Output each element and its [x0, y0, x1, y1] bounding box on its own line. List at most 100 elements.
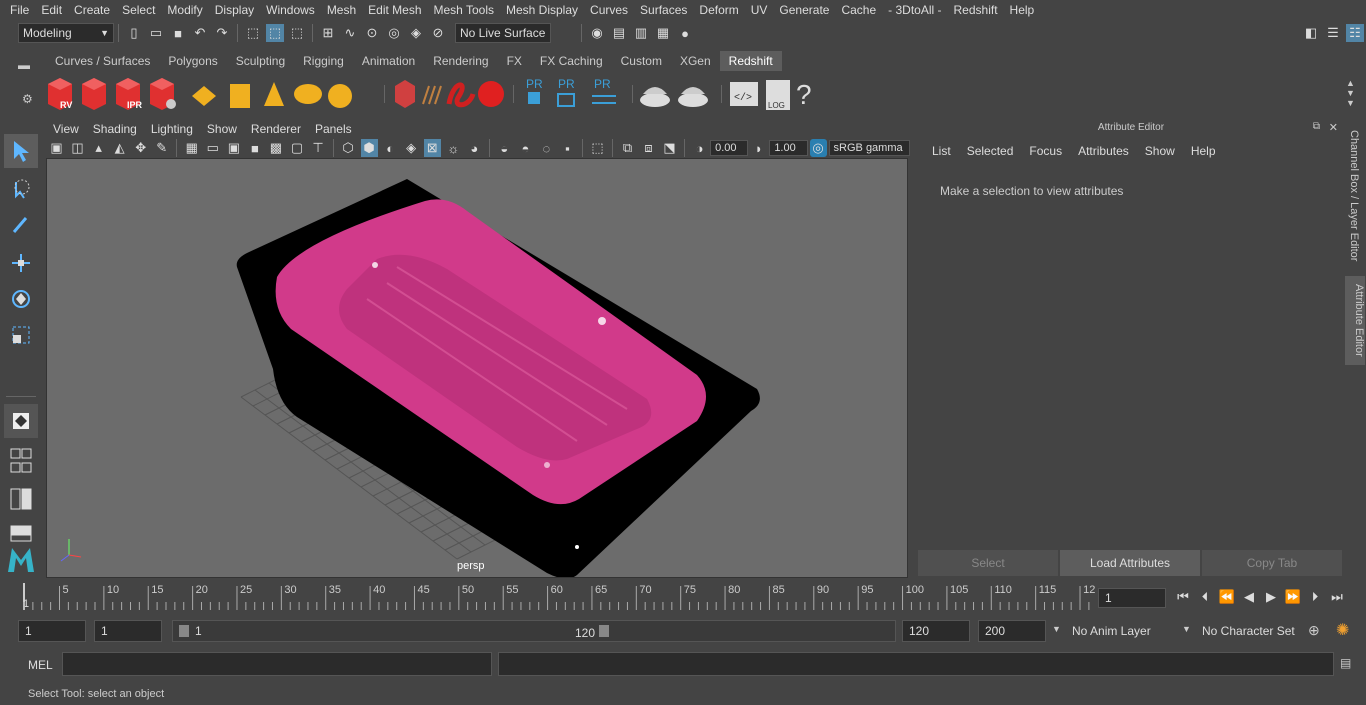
range-bar[interactable]: 1 120: [172, 620, 896, 642]
chevron-down-icon[interactable]: ▼: [1052, 624, 1061, 634]
snap-live-icon[interactable]: ⊘: [429, 24, 447, 42]
textured-icon[interactable]: ◈: [403, 139, 420, 157]
backface-icon[interactable]: ⬔: [661, 139, 678, 157]
snap-grid-icon[interactable]: ⊞: [319, 24, 337, 42]
grid-icon[interactable]: ▦: [183, 139, 200, 157]
bookmark-icon[interactable]: ▴: [90, 139, 107, 157]
smooth-shade-icon[interactable]: ⬢: [360, 139, 378, 157]
live-surface-field[interactable]: No Live Surface: [455, 23, 551, 43]
script-editor-icon[interactable]: ▤: [1340, 656, 1351, 670]
redshift-render-icons[interactable]: RV IPR: [40, 74, 380, 114]
pr-icons[interactable]: PR PR PR: [518, 74, 628, 114]
safe-action-icon[interactable]: ▢: [288, 139, 305, 157]
menu-item[interactable]: Generate: [773, 3, 835, 17]
exposure-icon[interactable]: ◑: [691, 139, 708, 157]
snap-curve-icon[interactable]: ∿: [341, 24, 359, 42]
character-set-selector[interactable]: No Character Set: [1196, 620, 1298, 642]
new-scene-icon[interactable]: ▯: [125, 24, 143, 42]
xray-joints-icon[interactable]: ⧉: [619, 139, 636, 157]
grease-pencil-icon[interactable]: ✎: [153, 139, 170, 157]
lasso-tool-icon[interactable]: [4, 172, 38, 206]
shelf-tab[interactable]: Animation: [353, 51, 424, 71]
shelf-tab[interactable]: Curves / Surfaces: [46, 51, 159, 71]
play-back-icon[interactable]: ◀: [1240, 588, 1258, 606]
auto-key-icon[interactable]: ⊕: [1308, 622, 1320, 639]
safe-title-icon[interactable]: ⊤: [310, 139, 327, 157]
anti-alias-icon[interactable]: ◌: [538, 139, 555, 157]
menu-item[interactable]: - 3DtoAll -: [882, 3, 947, 17]
camera-attr-icon[interactable]: ◫: [69, 139, 86, 157]
shelf-tab[interactable]: FX: [498, 51, 531, 71]
attribute-editor-toggle-icon[interactable]: ☷: [1346, 24, 1364, 42]
isolate-select-icon[interactable]: ⬚: [589, 139, 606, 157]
shelf-tab[interactable]: Rendering: [424, 51, 497, 71]
image-plane-icon[interactable]: ◭: [111, 139, 128, 157]
shelf-tab[interactable]: Rigging: [294, 51, 353, 71]
shelf-tab[interactable]: Redshift: [719, 51, 782, 71]
exposure-field[interactable]: 0.00: [710, 140, 749, 156]
time-slider[interactable]: 1 5 10 15 20 25 30 35 40 45 50 55 60 65 70 75 80 85 90 95 1…: [0, 580, 1366, 614]
menu-item[interactable]: UV: [745, 3, 774, 17]
render-frame-icon[interactable]: ▤: [610, 24, 628, 42]
camera-icon[interactable]: ▣: [48, 139, 65, 157]
shelf-tab[interactable]: XGen: [671, 51, 720, 71]
render-settings-icon[interactable]: ▦: [654, 24, 672, 42]
use-lights-icon[interactable]: ☼: [445, 139, 462, 157]
menu-item[interactable]: File: [4, 3, 35, 17]
select-button[interactable]: Select: [918, 550, 1058, 576]
menu-item[interactable]: Display: [209, 3, 260, 17]
attribute-editor-menu-item[interactable]: Show: [1137, 144, 1183, 158]
step-back-icon[interactable]: ⏴: [1196, 588, 1214, 606]
copy-tab-button[interactable]: Copy Tab: [1202, 550, 1342, 576]
script-language-label[interactable]: MEL: [28, 658, 53, 672]
go-to-end-icon[interactable]: ⏭: [1328, 588, 1346, 606]
range-start-handle[interactable]: [179, 625, 189, 637]
two-d-pan-icon[interactable]: ✥: [132, 139, 149, 157]
menu-item[interactable]: Surfaces: [634, 3, 693, 17]
float-panel-icon[interactable]: ⧉: [1313, 121, 1320, 132]
gamma-icon[interactable]: ◗: [750, 139, 767, 157]
workspace-icon[interactable]: ◧: [1302, 24, 1320, 42]
color-space-field[interactable]: sRGB gamma: [828, 140, 911, 156]
select-tool-icon[interactable]: [4, 134, 38, 168]
select-component-icon[interactable]: ⬚: [288, 24, 306, 42]
playback-start-field[interactable]: 1: [94, 620, 162, 642]
hypershade-icon[interactable]: ●: [676, 24, 694, 42]
layout-quad-icon[interactable]: [4, 444, 38, 478]
viewport-menu-item[interactable]: Shading: [86, 122, 144, 136]
snap-surface-icon[interactable]: ◈: [407, 24, 425, 42]
end-time-field[interactable]: 200: [978, 620, 1046, 642]
viewport-menu-item[interactable]: Panels: [308, 122, 359, 136]
anim-layer-selector[interactable]: No Anim Layer: [1066, 620, 1176, 642]
menu-item[interactable]: Edit: [35, 3, 68, 17]
gate-mask-icon[interactable]: ■: [246, 139, 263, 157]
render-view-icon[interactable]: ◉: [588, 24, 606, 42]
xray-active-icon[interactable]: ⧈: [640, 139, 657, 157]
shelf-tab[interactable]: Sculpting: [227, 51, 294, 71]
menu-item[interactable]: Mesh: [321, 3, 362, 17]
step-back-key-icon[interactable]: ⏪: [1218, 588, 1236, 606]
time-ruler[interactable]: 1 5 10 15 20 25 30 35 40 45 50 55 60 65 70 75 80 85 90 95 1…: [0, 580, 1096, 614]
open-scene-icon[interactable]: ▭: [147, 24, 165, 42]
channel-box-toggle-icon[interactable]: ☰: [1324, 24, 1342, 42]
menu-item[interactable]: Mesh Display: [500, 3, 584, 17]
tab-channel-box[interactable]: Channel Box / Layer Editor: [1348, 130, 1360, 261]
menu-item[interactable]: Cache: [835, 3, 882, 17]
select-hierarchy-icon[interactable]: ⬚: [244, 24, 262, 42]
shelf-menu-icon[interactable]: ▬: [18, 58, 38, 72]
step-forward-icon[interactable]: ⏵: [1306, 588, 1324, 606]
rotate-tool-icon[interactable]: [4, 282, 38, 316]
viewport-menu-item[interactable]: View: [46, 122, 86, 136]
go-to-start-icon[interactable]: ⏮: [1174, 588, 1192, 606]
ipr-render-icon[interactable]: ▥: [632, 24, 650, 42]
lighting-icon[interactable]: ◐: [382, 139, 399, 157]
current-frame-field[interactable]: 1: [1098, 588, 1166, 608]
play-forward-icon[interactable]: ▶: [1262, 588, 1280, 606]
attribute-editor-menu-item[interactable]: Selected: [959, 144, 1022, 158]
menu-item[interactable]: Windows: [260, 3, 321, 17]
wireframe-icon[interactable]: ⬡: [340, 139, 357, 157]
move-tool-icon[interactable]: [4, 246, 38, 280]
attribute-editor-menu-item[interactable]: Focus: [1021, 144, 1070, 158]
viewport-persp[interactable]: persp: [46, 158, 908, 578]
paint-select-tool-icon[interactable]: [4, 208, 38, 242]
